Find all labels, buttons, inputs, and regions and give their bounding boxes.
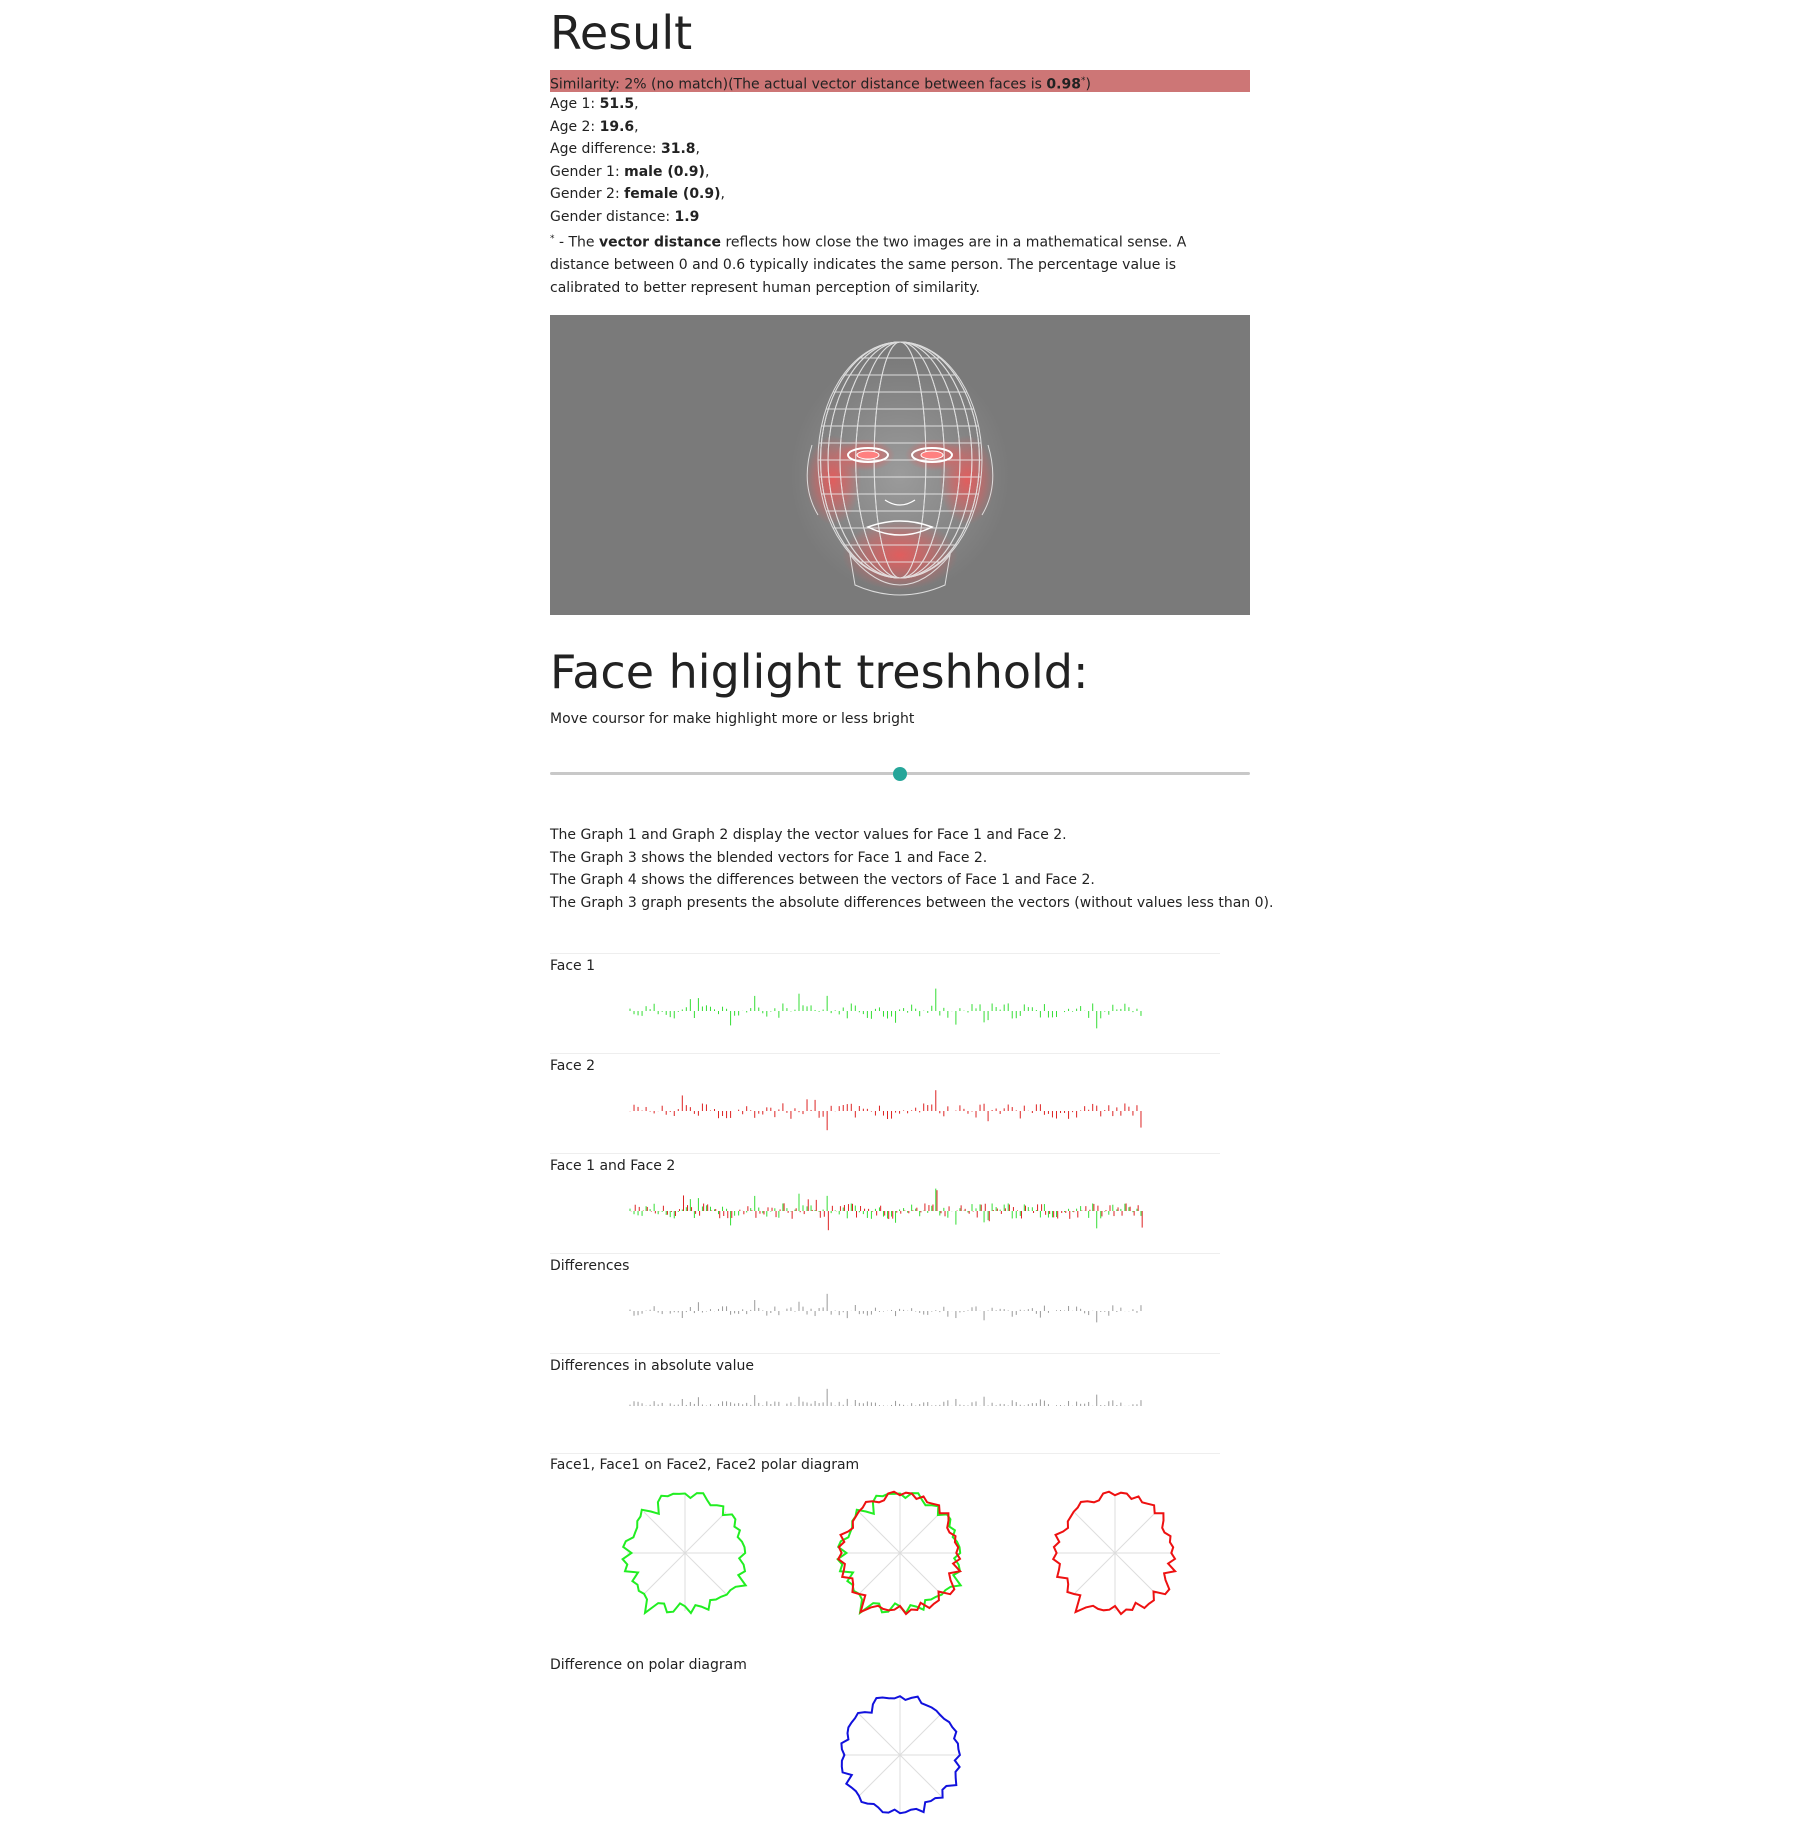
similarity-banner: Similarity: 2% (no match)(The actual vec… (550, 70, 1250, 93)
graph-label: Face 2 (550, 1058, 596, 1074)
polar-label: Face1, Face1 on Face2, Face2 polar diagr… (550, 1457, 860, 1473)
polar-diff-label: Difference on polar diagram (550, 1657, 747, 1673)
graph-label: Face 1 (550, 958, 596, 974)
divider (550, 1453, 1220, 1454)
face-2-vector-graph (629, 1090, 1142, 1131)
vector-distance-note: * - The vector distance reflects how clo… (550, 234, 1187, 296)
abs-differences-graph (629, 1388, 1142, 1406)
face-1-vector-graph (629, 988, 1142, 1029)
stat-gender-1: Gender 1: male (0.9), (550, 163, 710, 180)
face-mesh-panel (550, 315, 1250, 615)
polar-face-2 (1051, 1490, 1178, 1616)
graph-label: Differences in absolute value (550, 1358, 755, 1374)
blended-vector-graph (629, 1188, 1143, 1231)
graph-face-1: Face 1 (550, 953, 1220, 1054)
graph-face-2: Face 2 (550, 1053, 1220, 1154)
stat-gender-distance: Gender distance: 1.9 (550, 208, 700, 225)
polar-difference (840, 1695, 962, 1815)
similarity-text: Similarity: 2% (no match)(The actual vec… (550, 76, 1047, 93)
result-title: Result (550, 6, 693, 60)
stat-age-difference: Age difference: 31.8, (550, 141, 700, 157)
threshold-hint: Move coursor for make highlight more or … (550, 711, 915, 727)
polar-face-1-on-face-2 (836, 1490, 963, 1616)
graph-explanation: The Graph 1 and Graph 2 display the vect… (550, 824, 1274, 914)
differences-graph (629, 1293, 1142, 1323)
face-mesh-image (790, 341, 1010, 596)
graph-abs-differences: Differences in absolute value (550, 1353, 1220, 1454)
stat-age-2: Age 2: 19.6, (550, 118, 639, 135)
explanation-line: The Graph 3 graph presents the absolute … (550, 894, 1274, 911)
stat-gender-2: Gender 2: female (0.9), (550, 186, 725, 202)
slider-thumb[interactable] (893, 767, 907, 781)
graph-differences: Differences (550, 1253, 1220, 1354)
vector-distance-value: 0.98 (1046, 76, 1081, 93)
explanation-line: The Graph 3 shows the blended vectors fo… (550, 849, 988, 866)
stat-age-1: Age 1: 51.5, (550, 96, 639, 112)
explanation-line: The Graph 4 shows the differences betwee… (550, 872, 1095, 888)
graph-label: Face 1 and Face 2 (550, 1158, 676, 1174)
graph-label: Differences (550, 1258, 630, 1274)
explanation-line: The Graph 1 and Graph 2 display the vect… (550, 827, 1067, 843)
stats-list: Age 1: 51.5, Age 2: 19.6, Age difference… (550, 93, 1250, 299)
graph-blended: Face 1 and Face 2 (550, 1153, 1220, 1254)
highlight-threshold-slider[interactable] (550, 764, 1250, 784)
polar-face-1 (621, 1492, 748, 1616)
threshold-title: Face higlight treshhold: (550, 645, 1089, 699)
